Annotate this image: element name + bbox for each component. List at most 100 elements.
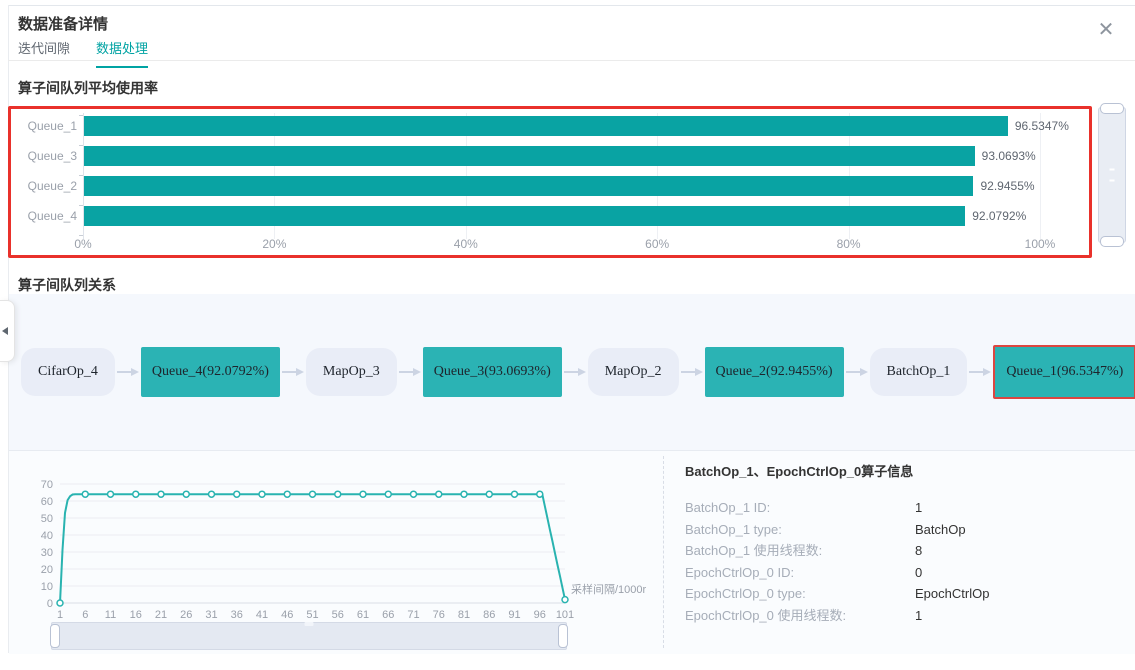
line-chart-x-tick-label: 96: [534, 609, 546, 621]
info-row-value: 1: [915, 605, 922, 627]
line-marker[interactable]: [335, 491, 341, 497]
line-marker[interactable]: [82, 491, 88, 497]
bar-value-label: 96.5347%: [1015, 116, 1069, 136]
line-chart-y-tick-label: 30: [41, 547, 53, 559]
info-row: EpochCtrlOp_0 使用线程数:1: [685, 605, 1125, 627]
bar-chart-x-tick-label: 60%: [645, 237, 669, 251]
tab-iteration-gap[interactable]: 迭代间隙: [18, 38, 70, 68]
line-marker[interactable]: [411, 491, 417, 497]
info-row: EpochCtrlOp_0 ID:0: [685, 562, 1125, 584]
bar-chart-x-tick-label: 20%: [262, 237, 286, 251]
flow-node-queue[interactable]: Queue_4(92.0792%): [141, 347, 280, 397]
line-chart-x-tick-label: 6: [82, 609, 88, 621]
tab-bar: 迭代间隙 数据处理: [18, 38, 148, 68]
line-marker[interactable]: [209, 491, 215, 497]
flow-node-operator[interactable]: MapOp_2: [588, 348, 679, 396]
data-prep-dialog: 数据准备详情 ✕ 迭代间隙 数据处理 算子间队列平均使用率 Queue_196.…: [0, 0, 1135, 670]
pipeline-flow-diagram: CifarOp_4 Queue_4(92.0792%) MapOp_3 Queue_3…: [9, 294, 1135, 450]
flow-arrow-icon: [846, 368, 868, 376]
line-marker[interactable]: [436, 491, 442, 497]
line-marker[interactable]: [158, 491, 164, 497]
queue-usage-bar-chart: Queue_196.5347%Queue_393.0693%Queue_292.…: [8, 106, 1092, 258]
queue-usage-title: 算子间队列平均使用率: [18, 78, 158, 98]
bar-value-label: 92.0792%: [972, 206, 1026, 226]
line-series[interactable]: [60, 494, 565, 603]
line-chart-x-tick-label: 16: [130, 609, 142, 621]
datazoom-handle-bottom[interactable]: [1100, 236, 1124, 247]
line-marker[interactable]: [310, 491, 316, 497]
panel-dashed-divider: [663, 456, 664, 648]
bar-value-label: 92.9455%: [980, 176, 1034, 196]
line-marker[interactable]: [183, 491, 189, 497]
queue-relation-title: 算子间队列关系: [18, 275, 116, 295]
datazoom-handle-right[interactable]: [558, 624, 568, 648]
line-marker[interactable]: [486, 491, 492, 497]
info-row-label: BatchOp_1 使用线程数:: [685, 540, 915, 562]
horizontal-datazoom-slider[interactable]: [51, 622, 567, 650]
bar-category-label: Queue_1: [13, 116, 77, 136]
datazoom-grip-icon: [1110, 169, 1115, 182]
bar-value-label: 93.0693%: [982, 146, 1036, 166]
line-chart-y-tick-label: 70: [41, 479, 53, 491]
info-row-label: EpochCtrlOp_0 ID:: [685, 562, 915, 584]
flow-node-queue[interactable]: Queue_1(96.5347%): [993, 345, 1135, 399]
vertical-datazoom-slider[interactable]: [1098, 107, 1126, 243]
flow-arrow-icon: [564, 368, 586, 376]
line-marker[interactable]: [108, 491, 114, 497]
bar[interactable]: [84, 176, 973, 196]
line-chart-x-tick-label: 86: [483, 609, 495, 621]
line-chart-x-tick-label: 46: [281, 609, 293, 621]
flow-node-operator[interactable]: MapOp_3: [306, 348, 397, 396]
line-chart-x-tick-label: 1: [57, 609, 63, 621]
line-chart-x-tick-label: 101: [556, 609, 574, 621]
bar[interactable]: [84, 206, 965, 226]
detail-section: 0102030405060701611162126313641465156616…: [9, 450, 1135, 654]
info-row-label: BatchOp_1 type:: [685, 519, 915, 541]
line-marker[interactable]: [284, 491, 290, 497]
flow-node-operator[interactable]: CifarOp_4: [21, 348, 115, 396]
tab-bar-divider: [8, 60, 1135, 61]
chevron-left-icon: [2, 327, 8, 335]
line-chart-x-tick-label: 11: [105, 609, 116, 621]
line-marker[interactable]: [537, 491, 543, 497]
flow-arrow-icon: [117, 368, 139, 376]
flow-arrow-icon: [399, 368, 421, 376]
flow-node-operator[interactable]: BatchOp_1: [870, 348, 968, 396]
line-chart-y-tick-label: 40: [41, 530, 53, 542]
collapse-handle[interactable]: [0, 300, 15, 362]
datazoom-handle-left[interactable]: [50, 624, 60, 648]
bar-category-label: Queue_2: [13, 176, 77, 196]
line-marker[interactable]: [385, 491, 391, 497]
datazoom-handle-top[interactable]: [1100, 103, 1124, 114]
line-marker[interactable]: [512, 491, 518, 497]
info-row-value: 1: [915, 497, 922, 519]
line-chart-axis-name: 采样间隔/1000r: [571, 581, 646, 597]
line-marker[interactable]: [133, 491, 139, 497]
line-marker[interactable]: [562, 597, 568, 603]
bar-chart-x-tick-label: 40%: [454, 237, 478, 251]
line-chart-x-tick-label: 51: [306, 609, 318, 621]
info-row-value: EpochCtrlOp: [915, 583, 989, 605]
line-chart-x-tick-label: 21: [155, 609, 167, 621]
line-chart-x-tick-label: 26: [180, 609, 192, 621]
tab-data-processing[interactable]: 数据处理: [96, 38, 148, 68]
line-chart-x-tick-label: 66: [382, 609, 394, 621]
line-marker[interactable]: [461, 491, 467, 497]
bar-chart-tick: [79, 175, 83, 176]
line-chart-x-tick-label: 81: [458, 609, 470, 621]
info-panel-title: BatchOp_1、EpochCtrlOp_0算子信息: [685, 461, 1125, 480]
line-marker[interactable]: [234, 491, 240, 497]
bar-chart-x-tick-label: 100%: [1025, 237, 1056, 251]
line-marker[interactable]: [57, 600, 63, 606]
close-icon[interactable]: ✕: [1092, 16, 1120, 44]
line-chart-x-tick-label: 61: [357, 609, 369, 621]
bar-category-label: Queue_4: [13, 206, 77, 226]
line-chart-x-tick-label: 31: [205, 609, 217, 621]
bar[interactable]: [84, 146, 975, 166]
bar[interactable]: [84, 116, 1008, 136]
line-marker[interactable]: [259, 491, 265, 497]
flow-node-queue[interactable]: Queue_3(93.0693%): [423, 347, 562, 397]
line-chart-x-tick-label: 36: [231, 609, 243, 621]
line-marker[interactable]: [360, 491, 366, 497]
flow-node-queue[interactable]: Queue_2(92.9455%): [705, 347, 844, 397]
